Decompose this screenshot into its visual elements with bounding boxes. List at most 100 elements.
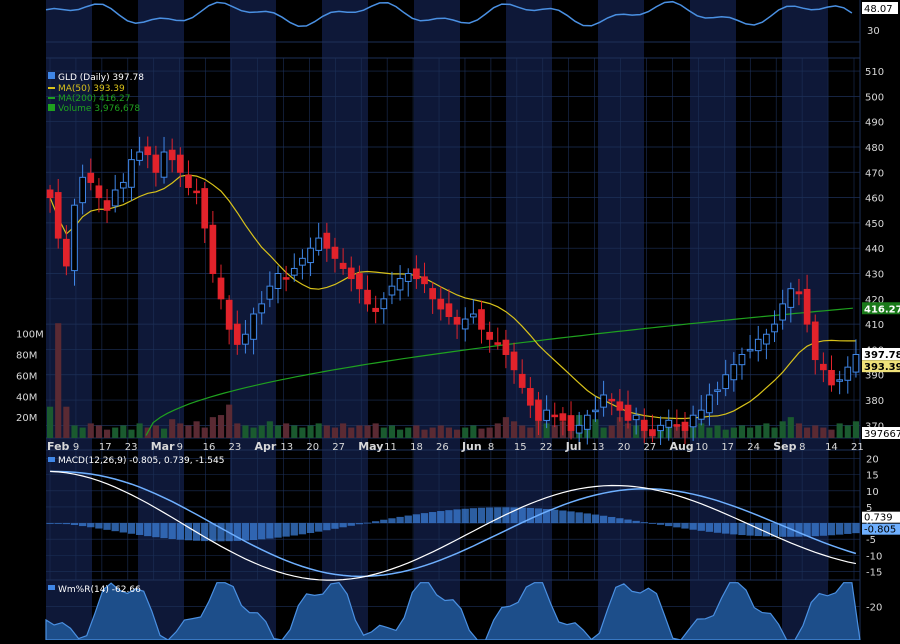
volume-bar xyxy=(706,427,713,438)
volume-bar xyxy=(266,421,273,438)
date-tick-label: 20 xyxy=(618,442,631,453)
volume-bar xyxy=(315,423,322,438)
volume-bar xyxy=(714,425,721,438)
candle-body xyxy=(803,288,811,325)
volume-bar xyxy=(79,427,86,438)
candle-body xyxy=(290,267,298,276)
candle-body xyxy=(795,291,803,295)
price-tick-label: 430 xyxy=(865,270,884,281)
candle-body xyxy=(551,414,559,418)
macd-hist-bar xyxy=(420,513,429,524)
candle-body xyxy=(624,404,632,421)
date-tick-label: Jun xyxy=(461,440,482,453)
date-tick-label: 10 xyxy=(695,442,708,453)
date-tick-label: 14 xyxy=(825,442,838,453)
candle-body xyxy=(250,313,257,340)
legend-ma50: MA(50) 393.39 xyxy=(58,84,125,94)
macd-hist-bar xyxy=(673,523,681,528)
date-tick-label: 27 xyxy=(332,442,345,453)
candle-body xyxy=(168,149,176,161)
candle-body xyxy=(502,339,510,355)
volume-tick-label: 80M xyxy=(16,351,37,362)
macd-hist-bar xyxy=(160,523,168,539)
macd-hist-bar xyxy=(811,523,819,537)
volume-bar xyxy=(722,429,729,438)
macd-hist-bar xyxy=(388,518,396,524)
legend-volume: Volume 3,976,678 xyxy=(58,104,140,114)
macd-hist-bar xyxy=(70,523,79,526)
macd-hist-bar xyxy=(290,523,298,536)
candle-body xyxy=(616,401,624,411)
volume-bar xyxy=(454,429,461,438)
date-tick-label: 11 xyxy=(384,442,397,453)
candle-body xyxy=(486,331,493,340)
macd-hist-bar xyxy=(437,511,445,524)
volume-bar xyxy=(592,419,599,438)
candle-body xyxy=(266,285,274,300)
macd-hist-bar xyxy=(258,523,266,540)
volume-bar xyxy=(364,425,371,438)
date-tick-label: 22 xyxy=(540,442,553,453)
price-tick-label: 460 xyxy=(865,194,884,205)
date-tick-label: Sep xyxy=(773,440,796,453)
volume-bar xyxy=(771,427,778,438)
candle-body xyxy=(632,414,640,421)
volume-bar xyxy=(283,423,290,438)
price-tick-label: 440 xyxy=(865,244,884,255)
date-tick-label: 21 xyxy=(851,442,864,453)
macd-hist-bar xyxy=(713,523,722,533)
volume-bar xyxy=(527,427,534,438)
macd-hist-bar xyxy=(339,523,347,528)
volume-bar xyxy=(87,423,94,438)
volume-bar xyxy=(380,427,387,438)
candle-body xyxy=(323,232,331,249)
candle-body xyxy=(144,146,152,156)
macd-hist-bar xyxy=(681,523,689,529)
date-tick-label: 13 xyxy=(280,442,293,453)
macd-hist-bar xyxy=(616,518,624,524)
macd-hist-bar xyxy=(323,523,331,531)
candle-body xyxy=(307,247,314,264)
macd-hist-bar xyxy=(249,523,258,540)
candle-body xyxy=(600,394,607,408)
williams-r-legend-icon xyxy=(48,585,55,590)
volume-bar xyxy=(120,425,127,438)
candle-body xyxy=(331,246,339,259)
date-tick-label: 8 xyxy=(799,442,805,453)
macd-legend-icon xyxy=(48,457,55,462)
candle-body xyxy=(526,388,534,406)
macd-hist-bar xyxy=(152,523,160,538)
volume-bar xyxy=(307,425,314,438)
candle-body xyxy=(79,176,86,204)
volume-bar xyxy=(55,323,62,438)
macd-hist-bar xyxy=(591,514,600,524)
candle-body xyxy=(445,303,453,318)
candle-body xyxy=(356,273,363,290)
volume-bar xyxy=(494,423,501,438)
volume-bar xyxy=(152,425,159,438)
macd-hist-bar xyxy=(730,523,738,535)
date-tick-label: 13 xyxy=(592,442,605,453)
macd-hist-bar xyxy=(266,523,274,539)
price-legend: GLD (Daily) 397.78 MA(50) 393.39 MA(200)… xyxy=(48,72,144,114)
volume-bar xyxy=(738,425,746,438)
candle-body xyxy=(583,414,591,430)
price-tags: 416.27 397.78393.39 xyxy=(862,302,900,373)
date-tick-label: 18 xyxy=(410,442,423,453)
price-tick-label: 510 xyxy=(865,67,884,78)
macd-hist-bar xyxy=(583,513,591,524)
volume-bar xyxy=(747,427,754,438)
volume-bar xyxy=(795,423,803,438)
volume-bar xyxy=(201,427,208,438)
candle-body xyxy=(71,204,78,272)
volume-bar xyxy=(348,427,355,438)
candle-body xyxy=(649,429,656,436)
date-tick-label: 26 xyxy=(436,442,449,453)
macd-hist-bar xyxy=(624,519,632,524)
candle-body xyxy=(119,181,127,189)
candle-body xyxy=(437,298,445,310)
candle-body xyxy=(828,369,835,386)
macd-hist-bar xyxy=(494,507,502,524)
price-tick-label: 500 xyxy=(865,92,884,103)
macd-hist-bar xyxy=(835,523,844,535)
